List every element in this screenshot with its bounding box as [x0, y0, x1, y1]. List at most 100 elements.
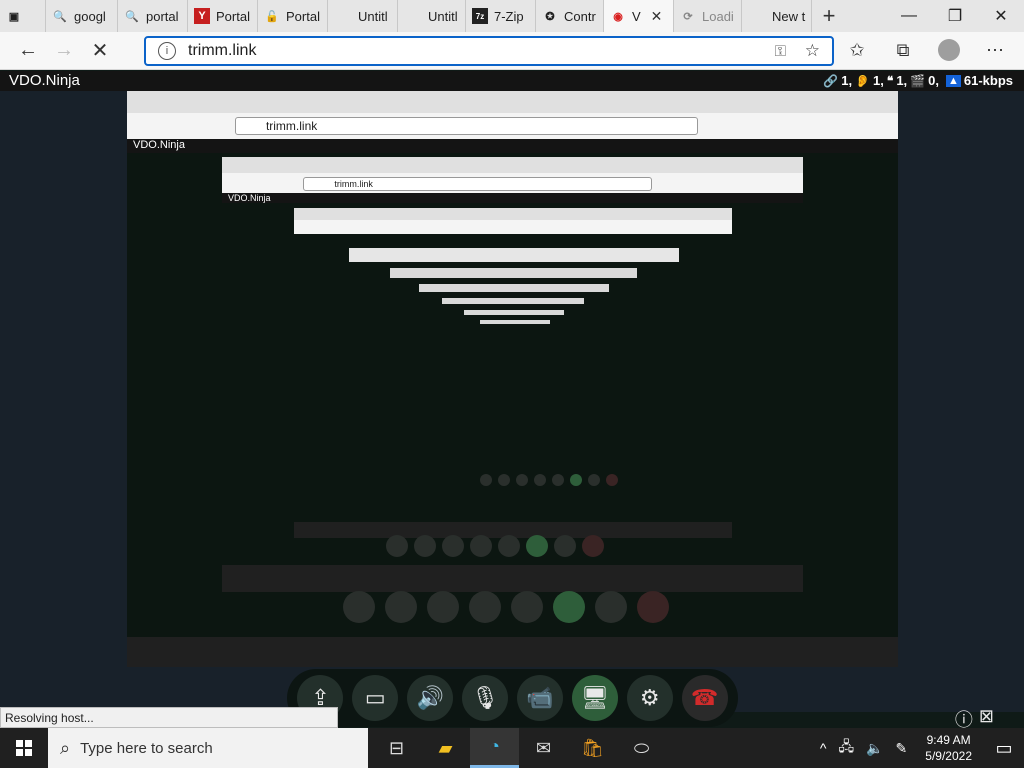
camera-icon[interactable]: 📹: [516, 675, 563, 721]
obs-icon[interactable]: ⬭: [617, 728, 666, 768]
close-tab-icon[interactable]: ✕: [651, 8, 663, 25]
profile-avatar[interactable]: [938, 39, 960, 61]
captured-taskbar-large: [127, 637, 898, 667]
window-controls: — ❐ ✕: [886, 0, 1024, 32]
more-menu-icon[interactable]: ⋯: [972, 34, 1018, 66]
volume-icon[interactable]: 🔈: [866, 740, 883, 757]
tab-9-active[interactable]: ◉ V ✕: [604, 0, 674, 32]
speaker-icon[interactable]: 🔊: [407, 675, 454, 721]
task-view-icon[interactable]: ⊟: [372, 728, 421, 768]
tab-label: Portal: [286, 8, 320, 24]
clock-date: 5/9/2022: [925, 749, 972, 763]
control-icon: ✪: [545, 10, 555, 23]
tab-label: 7-Zip: [494, 8, 524, 24]
captured-toolbar-medium: [386, 535, 604, 557]
screen-share-icon[interactable]: 🖥: [571, 675, 618, 721]
captured-tab-bar: [127, 91, 898, 113]
tab-label: Portal: [216, 8, 250, 24]
captured-toolbar-small: [480, 474, 618, 486]
captured-screen-level-1: trimm.link VDO.Ninja trimm.link VDO.Ninj…: [127, 91, 898, 667]
clapper-icon: 🎬: [910, 73, 926, 88]
search-icon: 🔍: [125, 10, 139, 23]
navigation-bar: ← → ✕ i trimm.link ⚿ ☆ ✩ ⧉ ⋯: [0, 32, 1024, 70]
key-icon[interactable]: ⚿: [775, 43, 786, 60]
tab-strip: ▣ 🔍 googl 🔍 portal Y Portal 🔓 Portal Unt…: [0, 0, 846, 32]
clock-time: 9:49 AM: [926, 733, 971, 747]
notifications-icon[interactable]: ▭: [984, 738, 1024, 759]
system-tray: ^ 🖧 🔈 ✎ 9:49 AM 5/9/2022 ▭: [814, 728, 1024, 768]
taskbar-search-box[interactable]: ⌕ Type here to search: [48, 728, 368, 768]
quote-icon: ❝: [886, 73, 894, 88]
quote-count: 1,: [896, 73, 908, 88]
settings-gear-icon[interactable]: ⚙: [626, 675, 673, 721]
new-tab-button[interactable]: +: [812, 3, 846, 29]
microphone-icon[interactable]: 🎙: [462, 675, 509, 721]
chevron-up-icon[interactable]: ^: [820, 740, 827, 756]
pen-icon[interactable]: ✎: [896, 740, 908, 757]
tab-1[interactable]: 🔍 googl: [46, 0, 118, 32]
favorites-icon[interactable]: ✩: [834, 34, 880, 66]
search-icon: ⌕: [60, 737, 71, 758]
search-placeholder[interactable]: Type here to search: [80, 740, 213, 757]
loading-icon: ⟳: [683, 10, 693, 23]
7zip-icon: 7z: [472, 8, 488, 24]
captured-level-7-bar: [442, 298, 584, 304]
tab-11[interactable]: New t: [742, 0, 812, 32]
tab-2[interactable]: 🔍 portal: [118, 0, 188, 32]
back-arrow-icon[interactable]: ←: [10, 35, 46, 67]
stop-loading-icon[interactable]: ✕: [82, 35, 118, 67]
stats-bar: 🔗 1, 👂 1, ❝ 1, 🎬 0, ▲ 61-kbps: [823, 73, 1013, 88]
collections-icon[interactable]: ⧉: [880, 34, 926, 66]
address-bar[interactable]: i trimm.link ⚿ ☆: [144, 36, 834, 66]
captured-toolbar-large: [343, 591, 669, 623]
edge-browser-icon[interactable]: ◔: [470, 728, 519, 768]
link-count: 1,: [841, 73, 853, 88]
tab-8[interactable]: ✪ Contr: [536, 0, 604, 32]
file-explorer-icon[interactable]: ▰: [421, 728, 470, 768]
tab-5[interactable]: Untitl: [328, 0, 398, 32]
tab-label: Loadi: [702, 8, 734, 24]
url-text[interactable]: trimm.link: [188, 42, 256, 60]
minimize-icon[interactable]: —: [886, 0, 932, 32]
browser-tab-bar: ▣ 🔍 googl 🔍 portal Y Portal 🔓 Portal Unt…: [0, 0, 1024, 32]
clock[interactable]: 9:49 AM 5/9/2022: [925, 732, 972, 764]
ear-count: 1,: [873, 73, 884, 88]
tab-4[interactable]: 🔓 Portal: [258, 0, 328, 32]
chat-icon[interactable]: ▭: [352, 675, 399, 721]
captured-level-6-bar: [419, 284, 609, 292]
tab-3[interactable]: Y Portal: [188, 0, 258, 32]
tab-label: Untitl: [358, 8, 388, 24]
tab-label: portal: [146, 8, 179, 24]
bitrate-badge: ▲: [945, 74, 961, 87]
hangup-icon[interactable]: ☎: [681, 675, 728, 721]
screen-share-stage: trimm.link VDO.Ninja trimm.link VDO.Ninj…: [0, 91, 1024, 712]
captured-screen-level-3: [294, 208, 732, 538]
tab-0[interactable]: ▣: [0, 0, 46, 32]
network-icon[interactable]: 🖧: [838, 736, 854, 760]
start-button[interactable]: [0, 728, 48, 768]
mail-icon[interactable]: ✉: [519, 728, 568, 768]
close-window-icon[interactable]: ✕: [978, 0, 1024, 32]
forward-arrow-icon[interactable]: →: [46, 35, 82, 67]
tab-label: V: [632, 8, 641, 24]
maximize-icon[interactable]: ❐: [932, 0, 978, 32]
tab-6[interactable]: Untitl: [398, 0, 466, 32]
taskbar-apps: ⊟ ▰ ◔ ✉ 🛍 ⬭: [372, 728, 666, 768]
captured-level-8-bar: [464, 310, 564, 315]
search-icon: 🔍: [53, 10, 67, 23]
page-header: VDO.Ninja 🔗 1, 👂 1, ❝ 1, 🎬 0, ▲ 61-kbps: [0, 71, 1024, 91]
status-bar: Resolving host...: [0, 707, 338, 728]
info-icon[interactable]: i: [158, 42, 176, 60]
tab-7[interactable]: 7z 7-Zip: [466, 0, 536, 32]
tab-label: Contr: [564, 8, 596, 24]
page-icon: ▣: [8, 10, 20, 23]
windows-taskbar: ⌕ Type here to search ⊟ ▰ ◔ ✉ 🛍 ⬭ ^ 🖧 🔈 …: [0, 728, 1024, 768]
captured-level-9-bar: [480, 320, 550, 324]
captured-screen-level-2: trimm.link VDO.Ninja: [222, 157, 803, 592]
tab-10[interactable]: ⟳ Loadi: [674, 0, 742, 32]
ear-icon: 👂: [855, 73, 871, 88]
add-favorite-icon[interactable]: ☆: [805, 41, 820, 61]
store-icon[interactable]: 🛍: [568, 728, 617, 768]
captured-header: VDO.Ninja: [222, 193, 803, 203]
captured-taskbar-medium: [222, 565, 803, 592]
